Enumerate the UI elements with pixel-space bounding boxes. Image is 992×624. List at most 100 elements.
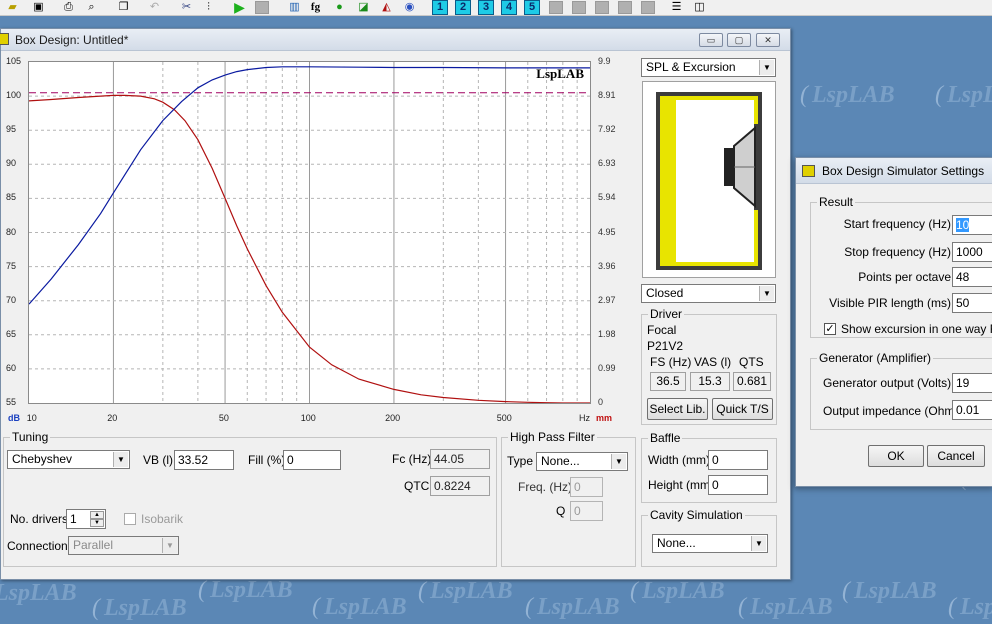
stop-icon[interactable] bbox=[255, 1, 269, 14]
isobarik-label: Isobarik bbox=[141, 512, 184, 526]
slot-9-button[interactable] bbox=[618, 1, 632, 14]
cavity-select[interactable]: None... ▼ bbox=[652, 534, 768, 553]
x-tick-label: 20 bbox=[107, 413, 118, 423]
desktop-watermark-logo: LspLAB bbox=[842, 578, 937, 605]
dialog-app-icon bbox=[802, 165, 815, 177]
cavity-group-label: Cavity Simulation bbox=[648, 508, 745, 522]
hp-type-select[interactable]: None... ▼ bbox=[536, 452, 628, 471]
y-left-tick-label: 105 bbox=[6, 56, 22, 66]
sliders-icon[interactable]: ⫶ bbox=[200, 0, 217, 15]
tile-vertical-icon[interactable]: ◫ bbox=[691, 0, 708, 15]
vb-input[interactable]: 33.52 bbox=[174, 450, 234, 470]
stepper-up-icon[interactable]: ▲ bbox=[90, 511, 104, 519]
chevron-down-icon: ▼ bbox=[759, 286, 774, 301]
fill-input[interactable]: 0 bbox=[283, 450, 341, 470]
y-left-tick-label: 60 bbox=[6, 362, 17, 373]
target-icon[interactable]: ● bbox=[331, 0, 348, 15]
tools-icon[interactable]: ✂ bbox=[178, 0, 195, 15]
qtc-label: QTC bbox=[404, 479, 430, 493]
y-left-unit: dB bbox=[8, 413, 20, 423]
dialog-title: Box Design Simulator Settings bbox=[822, 164, 985, 178]
slot-8-button[interactable] bbox=[595, 1, 609, 14]
save-icon[interactable]: ▣ bbox=[30, 0, 47, 15]
fg-button[interactable]: fg bbox=[307, 0, 324, 15]
slot-2-button[interactable]: 2 bbox=[455, 0, 471, 15]
print-icon[interactable]: ⎙ bbox=[60, 0, 77, 15]
stepper-down-icon[interactable]: ▼ bbox=[90, 519, 104, 527]
stop-freq-input[interactable]: 1000 bbox=[952, 242, 992, 262]
enclosure-preview bbox=[642, 81, 776, 278]
result-group-label: Result bbox=[817, 195, 856, 209]
slot-4-button[interactable]: 4 bbox=[501, 0, 517, 15]
quick-ts-button[interactable]: Quick T/S bbox=[712, 398, 773, 420]
connection-select[interactable]: Parallel ▼ bbox=[68, 536, 179, 555]
box-type-select[interactable]: Closed ▼ bbox=[641, 284, 776, 303]
driver-group: Driver Focal P21V2 FS (Hz) VAS (l) QTS 3… bbox=[641, 307, 777, 425]
y-right-tick-label: 9.9 bbox=[598, 56, 611, 66]
qtc-value: 0.8224 bbox=[430, 476, 490, 496]
y-left-tick-label: 80 bbox=[6, 226, 17, 237]
y-right-tick-label: 1.98 bbox=[598, 328, 616, 339]
chart-icon[interactable]: ▥ bbox=[286, 0, 303, 15]
close-button[interactable]: ✕ bbox=[756, 33, 780, 47]
connection-label: Connection bbox=[7, 539, 68, 553]
alignment-select[interactable]: Chebyshev ▼ bbox=[7, 450, 130, 469]
result-group: Result Start frequency (Hz) 10 Stop freq… bbox=[810, 195, 992, 338]
generator-group-label: Generator (Amplifier) bbox=[817, 351, 934, 365]
open-folder-icon[interactable]: ▰ bbox=[4, 0, 21, 15]
hp-q-input[interactable]: 0 bbox=[570, 501, 603, 521]
slot-5-button[interactable]: 5 bbox=[524, 0, 540, 15]
run-icon[interactable]: ▶ bbox=[231, 0, 248, 15]
y-right-tick-label: 3.96 bbox=[598, 260, 616, 271]
settings-dialog: Box Design Simulator Settings Result Sta… bbox=[795, 157, 992, 487]
minimize-button[interactable]: ▭ bbox=[699, 33, 723, 47]
out-imp-label: Output impedance (Ohms) bbox=[823, 404, 965, 418]
baffle-width-input[interactable]: 0 bbox=[708, 450, 768, 470]
cancel-button[interactable]: Cancel bbox=[927, 445, 985, 467]
tuning-group-label: Tuning bbox=[10, 430, 51, 444]
fc-value: 44.05 bbox=[430, 449, 490, 469]
hp-q-label: Q bbox=[556, 504, 566, 518]
view-select[interactable]: SPL & Excursion ▼ bbox=[641, 58, 776, 77]
copy-icon[interactable]: ❐ bbox=[115, 0, 132, 15]
start-freq-label: Start frequency (Hz) bbox=[843, 217, 951, 231]
slot-1-button[interactable]: 1 bbox=[432, 0, 448, 15]
print-preview-icon[interactable]: ⌕ bbox=[83, 0, 100, 15]
undo-icon[interactable]: ↶ bbox=[146, 0, 163, 15]
view-select-value: SPL & Excursion bbox=[646, 60, 736, 74]
maximize-button[interactable]: ▢ bbox=[727, 33, 751, 47]
pir-input[interactable]: 50 bbox=[952, 293, 992, 313]
isobarik-checkbox[interactable] bbox=[124, 513, 136, 525]
out-imp-input[interactable]: 0.01 bbox=[952, 400, 992, 420]
volume-icon[interactable]: ◉ bbox=[401, 0, 418, 15]
filter-icon[interactable]: ◪ bbox=[355, 0, 372, 15]
pir-label: Visible PIR length (ms) bbox=[829, 296, 951, 310]
fc-label: Fc (Hz) bbox=[392, 452, 432, 466]
excursion-checkbox[interactable]: ✓ bbox=[824, 323, 836, 335]
cavity-value: None... bbox=[657, 536, 696, 550]
ok-button[interactable]: OK bbox=[868, 445, 924, 467]
gen-output-label: Generator output (Volts) bbox=[823, 376, 952, 390]
slot-6-button[interactable] bbox=[549, 1, 563, 14]
response-icon[interactable]: ◭ bbox=[378, 0, 395, 15]
y-left-tick-label: 85 bbox=[6, 192, 17, 203]
cavity-group: Cavity Simulation None... ▼ bbox=[641, 508, 777, 567]
points-input[interactable]: 48 bbox=[952, 267, 992, 287]
drivers-stepper[interactable]: 1 ▲ ▼ bbox=[66, 509, 106, 529]
app-icon bbox=[0, 33, 9, 45]
slot-7-button[interactable] bbox=[572, 1, 586, 14]
high-pass-group-label: High Pass Filter bbox=[508, 430, 597, 444]
start-freq-input[interactable]: 10 bbox=[952, 215, 992, 235]
gen-output-input[interactable]: 19 bbox=[952, 373, 992, 393]
desktop-watermark-logo: LspLAB bbox=[312, 594, 407, 621]
select-lib-button[interactable]: Select Lib. bbox=[647, 398, 708, 420]
slot-3-button[interactable]: 3 bbox=[478, 0, 494, 15]
y-right-tick-label: 0.99 bbox=[598, 362, 616, 373]
y-right-tick-label: 6.93 bbox=[598, 158, 616, 169]
baffle-height-input[interactable]: 0 bbox=[708, 475, 768, 495]
tile-horizontal-icon[interactable]: ☰ bbox=[668, 0, 685, 15]
slot-10-button[interactable] bbox=[641, 1, 655, 14]
hp-freq-input[interactable]: 0 bbox=[570, 477, 603, 497]
fill-label: Fill (%) bbox=[248, 453, 286, 467]
baffle-group-label: Baffle bbox=[648, 431, 683, 445]
